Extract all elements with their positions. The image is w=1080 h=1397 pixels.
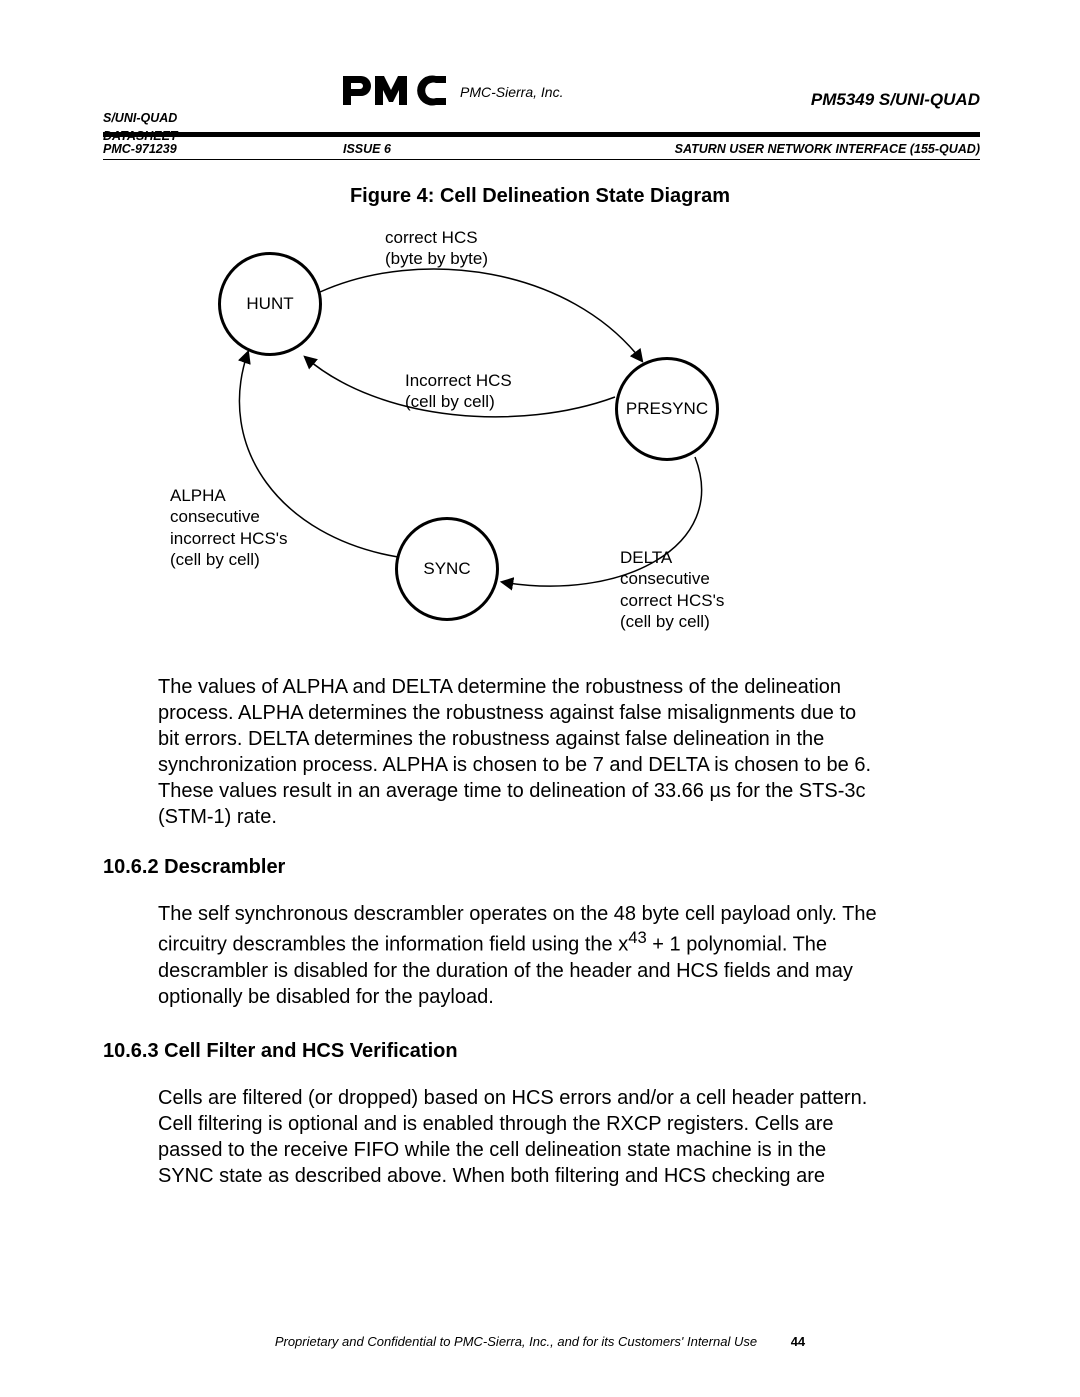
text: correct HCS's <box>620 591 724 610</box>
paragraph-descrambler: The self synchronous descrambler operate… <box>158 901 878 1010</box>
rule-top <box>103 132 980 137</box>
text: Incorrect HCS <box>405 371 512 390</box>
text: (byte by byte) <box>385 249 488 268</box>
figure-title: Figure 4: Cell Delineation State Diagram <box>0 185 1080 208</box>
edge-label-delta: DELTA consecutive correct HCS's (cell by… <box>620 547 724 632</box>
doc-id: PMC-971239 <box>103 142 343 156</box>
edge-label-alpha: ALPHA consecutive incorrect HCS's (cell … <box>170 485 288 570</box>
text: (cell by cell) <box>620 612 710 631</box>
footer-text: Proprietary and Confidential to PMC-Sier… <box>275 1334 757 1349</box>
page-header: S/UNI-QUAD DATASHEET PMC-Sierra, Inc. PM… <box>103 70 980 155</box>
rule-bottom <box>103 159 980 160</box>
state-presync: PRESYNC <box>615 357 719 461</box>
text: correct HCS <box>385 228 478 247</box>
text: (cell by cell) <box>405 392 495 411</box>
text: consecutive <box>620 569 710 588</box>
edge-label-correct: correct HCS (byte by byte) <box>385 227 488 270</box>
part-number: PM5349 S/UNI-QUAD <box>811 90 980 110</box>
header-row-2: PMC-971239 ISSUE 6 SATURN USER NETWORK I… <box>103 142 980 156</box>
paragraph-cell-filter: Cells are filtered (or dropped) based on… <box>158 1085 878 1189</box>
state-hunt: HUNT <box>218 252 322 356</box>
text: ALPHA <box>170 486 226 505</box>
company-logo-block: PMC-Sierra, Inc. <box>343 70 563 106</box>
exponent: 43 <box>628 928 647 947</box>
product-long: SATURN USER NETWORK INTERFACE (155-QUAD) <box>675 142 980 156</box>
text: incorrect HCS's <box>170 529 288 548</box>
text: consecutive <box>170 507 260 526</box>
text: DELTA <box>620 548 672 567</box>
text: (cell by cell) <box>170 550 260 569</box>
heading-descrambler: 10.6.2 Descrambler <box>103 856 285 879</box>
company-name: PMC-Sierra, Inc. <box>460 84 563 106</box>
issue: ISSUE 6 <box>343 142 391 156</box>
page-number: 44 <box>791 1334 805 1349</box>
paragraph-alpha-delta: The values of ALPHA and DELTA determine … <box>158 674 878 830</box>
edge-label-incorrect: Incorrect HCS (cell by cell) <box>405 370 512 413</box>
header-left-block: S/UNI-QUAD DATASHEET <box>103 110 178 145</box>
page-footer: Proprietary and Confidential to PMC-Sier… <box>0 1334 1080 1349</box>
page: S/UNI-QUAD DATASHEET PMC-Sierra, Inc. PM… <box>0 0 1080 1397</box>
pmc-logo-icon <box>343 70 453 106</box>
product-family: S/UNI-QUAD <box>103 110 178 128</box>
heading-cell-filter: 10.6.3 Cell Filter and HCS Verification <box>103 1040 458 1063</box>
state-diagram: HUNT PRESYNC SYNC correct HCS (byte by b… <box>170 217 860 637</box>
state-sync: SYNC <box>395 517 499 621</box>
